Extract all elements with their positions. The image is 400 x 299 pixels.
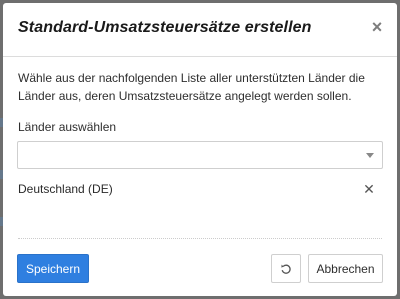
save-button[interactable]: Speichern bbox=[17, 254, 89, 283]
footer-divider bbox=[18, 238, 382, 239]
remove-country-icon[interactable]: ✕ bbox=[361, 180, 377, 198]
selected-country-label: Deutschland (DE) bbox=[18, 182, 113, 196]
country-select[interactable] bbox=[17, 141, 383, 169]
dialog-header: Standard-Umsatzsteuersätze erstellen × bbox=[3, 3, 397, 57]
cancel-button[interactable]: Abbrechen bbox=[308, 254, 383, 283]
chevron-down-icon bbox=[366, 153, 374, 158]
create-default-vat-rates-dialog: Standard-Umsatzsteuersätze erstellen × W… bbox=[3, 3, 397, 296]
country-select-label: Länder auswählen bbox=[18, 120, 117, 134]
undo-icon bbox=[281, 264, 291, 274]
dialog-title: Standard-Umsatzsteuersätze erstellen bbox=[18, 19, 312, 36]
dialog-description: Wähle aus der nachfolgenden Liste aller … bbox=[18, 71, 365, 103]
selected-country-item: Deutschland (DE) ✕ bbox=[18, 180, 384, 200]
close-icon[interactable]: × bbox=[367, 17, 387, 37]
reset-button[interactable] bbox=[271, 254, 301, 283]
